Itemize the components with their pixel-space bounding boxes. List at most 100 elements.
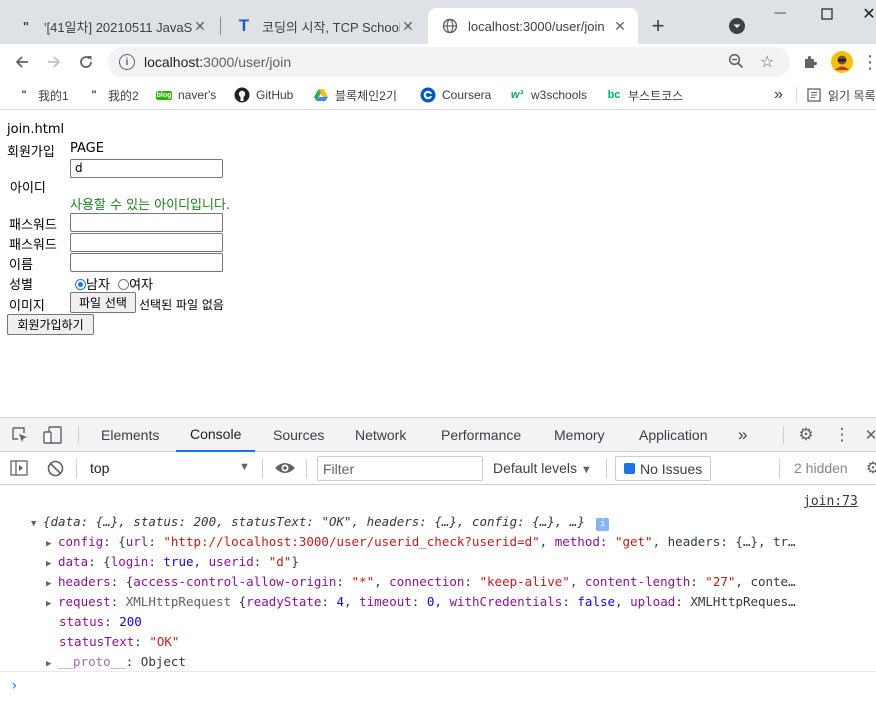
eye-icon[interactable]: [274, 460, 296, 476]
tab-localhost[interactable]: localhost:3000/user/join ✕: [428, 8, 638, 44]
devtools-tab-elements[interactable]: Elements: [101, 418, 159, 452]
device-toolbar-icon[interactable]: [43, 426, 63, 444]
bookmark-item[interactable]: " 我的2: [86, 85, 139, 105]
context-selector[interactable]: top: [90, 460, 109, 476]
coursera-icon: [420, 87, 436, 103]
devtools-close-icon[interactable]: ✕: [864, 426, 876, 444]
menu-kebab-icon[interactable]: ⋮: [858, 50, 876, 74]
context-dropdown-icon[interactable]: ▼: [239, 461, 250, 473]
window-close-icon[interactable]: ✕: [857, 2, 876, 26]
bookmarks-bar: " 我的1 " 我的2 blog naver's GitHub 블록체인2기 Cour…: [0, 80, 876, 110]
extensions-icon[interactable]: [798, 50, 822, 74]
maximize-icon[interactable]: [815, 2, 839, 26]
info-badge-icon: i: [596, 518, 610, 531]
bookmark-label: Coursera: [442, 88, 492, 102]
devtools-more-tabs-button[interactable]: »: [738, 418, 747, 452]
name-input[interactable]: [70, 253, 223, 272]
file-choose-button[interactable]: 파일 선택: [70, 292, 136, 313]
bookmark-label: w3schools: [531, 88, 588, 102]
bookmark-label: 블록체인2기: [335, 88, 397, 103]
collapsed-triangle-icon[interactable]: ▶: [46, 539, 58, 549]
tab-search-icon[interactable]: [725, 14, 749, 38]
tab-strip: " '[41일차] 20210511 JavaScr ✕ T 코딩의 시작, T…: [0, 0, 876, 44]
bookmarks-overflow-button[interactable]: »: [774, 85, 783, 105]
bookmark-item[interactable]: GitHub: [234, 85, 293, 105]
w3schools-icon: w³: [510, 89, 524, 101]
reload-icon[interactable]: [74, 50, 98, 74]
zoom-icon[interactable]: [728, 53, 744, 74]
clear-console-icon[interactable]: [47, 460, 64, 477]
collapsed-triangle-icon[interactable]: ▶: [46, 659, 58, 669]
gender-male-label: 남자: [86, 278, 110, 293]
console-prop-config[interactable]: ▶ config: {url: "http://localhost:3000/us…: [46, 534, 796, 549]
reading-list-label: 읽기 목록: [828, 88, 876, 103]
file-name-text: join.html: [7, 122, 65, 137]
console-filter-input[interactable]: Filter: [317, 456, 483, 481]
log-levels-dropdown[interactable]: Default levels ▼: [493, 460, 592, 476]
console-object-summary[interactable]: ▼ {data: {…}, status: 200, statusText: "O…: [31, 514, 610, 531]
bookmark-item[interactable]: 블록체인2기: [313, 85, 397, 105]
reading-list-button[interactable]: 읽기 목록: [806, 85, 876, 105]
console-prop-proto[interactable]: ▶ __proto__: Object: [46, 654, 186, 669]
console-prompt-icon[interactable]: ›: [10, 678, 18, 694]
signup-submit-button[interactable]: 회원가입하기: [7, 314, 94, 335]
gender-label: 성별: [9, 278, 33, 293]
devtools-tab-sources[interactable]: Sources: [273, 418, 324, 452]
devtools-tab-performance[interactable]: Performance: [441, 418, 521, 452]
gender-female-radio[interactable]: [118, 279, 130, 290]
bookmark-item[interactable]: Coursera: [420, 85, 491, 105]
back-arrow-icon[interactable]: [10, 50, 34, 74]
bookmark-label: 我的1: [38, 88, 69, 103]
velog-icon: ": [21, 89, 27, 101]
source-link[interactable]: join:73: [803, 494, 858, 509]
bookmark-label: 我的2: [108, 88, 139, 103]
bookmark-item[interactable]: " 我的1: [16, 85, 69, 105]
password-confirm-label: 패스워드: [9, 238, 57, 253]
sidebar-toggle-icon[interactable]: [10, 460, 28, 476]
bookmark-label: naver's: [178, 88, 217, 102]
tab-tcpschool[interactable]: T 코딩의 시작, TCP School ✕: [222, 8, 426, 44]
forward-arrow-icon[interactable]: [42, 50, 66, 74]
github-icon: [234, 87, 250, 103]
inspect-element-icon[interactable]: [11, 426, 29, 444]
console-input[interactable]: [26, 675, 866, 695]
tab-velog[interactable]: " '[41일차] 20210511 JavaScr ✕: [4, 8, 218, 44]
bookmark-item[interactable]: blog naver's: [155, 85, 217, 105]
issues-button[interactable]: No Issues: [615, 456, 711, 481]
devtools-tab-application[interactable]: Application: [639, 418, 708, 452]
collapsed-triangle-icon[interactable]: ▶: [46, 559, 58, 569]
bookmark-star-icon[interactable]: ☆: [760, 52, 774, 72]
page-heading-right: PAGE: [70, 141, 104, 156]
console-filter-bar: top ▼ Filter Default levels ▼ No Issues …: [0, 452, 876, 485]
new-tab-icon[interactable]: +: [646, 13, 670, 38]
collapsed-triangle-icon[interactable]: ▶: [46, 579, 58, 589]
devtools-menu-kebab-icon[interactable]: ⋮: [834, 425, 851, 444]
console-prop-request[interactable]: ▶ request: XMLHttpRequest {readyState: 4,…: [46, 594, 796, 609]
settings-gear-icon[interactable]: ⚙: [796, 425, 816, 444]
close-icon[interactable]: ✕: [192, 18, 208, 35]
password-label: 패스워드: [9, 218, 57, 233]
tab-title: localhost:3000/user/join: [468, 18, 605, 34]
devtools-tab-console[interactable]: Console: [176, 418, 256, 452]
console-settings-gear-icon[interactable]: ⚙: [866, 460, 876, 477]
devtools-tab-memory[interactable]: Memory: [554, 418, 605, 452]
userid-input[interactable]: d: [70, 159, 223, 178]
password-input[interactable]: [70, 213, 223, 232]
gender-male-radio[interactable]: [75, 279, 86, 290]
console-prop-headers[interactable]: ▶ headers: {access-control-allow-origin: …: [46, 574, 796, 589]
expanded-triangle-icon[interactable]: ▼: [31, 519, 43, 529]
site-info-icon[interactable]: i: [119, 54, 135, 70]
console-prop-data[interactable]: ▶ data: {login: true, userid: "d"}: [46, 554, 299, 569]
minimize-icon[interactable]: ─: [768, 2, 792, 26]
devtools-tab-network[interactable]: Network: [355, 418, 406, 452]
password-confirm-input[interactable]: [70, 233, 223, 252]
address-bar[interactable]: i localhost:3000/user/join ☆: [108, 47, 790, 77]
bookmark-item[interactable]: w³ w3schools: [509, 85, 587, 105]
close-icon[interactable]: ✕: [612, 18, 628, 35]
bookmark-item[interactable]: bc 부스트코스: [606, 85, 684, 105]
devtools-panel: Elements Console Sources Network Perform…: [0, 417, 876, 714]
userid-check-message: 사용할 수 있는 아이디입니다.: [70, 198, 231, 213]
close-icon[interactable]: ✕: [400, 18, 416, 35]
collapsed-triangle-icon[interactable]: ▶: [46, 599, 58, 609]
profile-avatar[interactable]: [830, 50, 854, 74]
